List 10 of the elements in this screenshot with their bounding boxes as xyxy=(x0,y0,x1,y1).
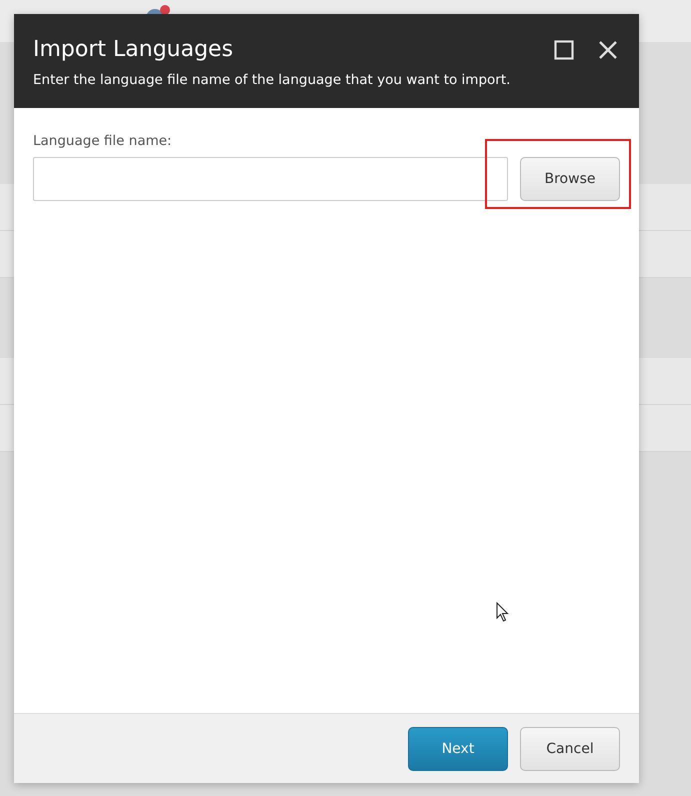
close-icon[interactable] xyxy=(598,40,618,60)
next-button[interactable]: Next xyxy=(408,726,508,770)
field-label: Language file name: xyxy=(33,133,172,149)
cursor-icon xyxy=(496,602,510,622)
dialog-subtitle: Enter the language file name of the language that you want to import. xyxy=(33,72,512,88)
dialog-title: Import Languages xyxy=(33,36,234,64)
cancel-button[interactable]: Cancel xyxy=(520,726,620,770)
file-name-field[interactable] xyxy=(33,157,508,201)
maximize-icon[interactable] xyxy=(554,40,574,60)
browse-button[interactable]: Browse xyxy=(520,157,620,201)
